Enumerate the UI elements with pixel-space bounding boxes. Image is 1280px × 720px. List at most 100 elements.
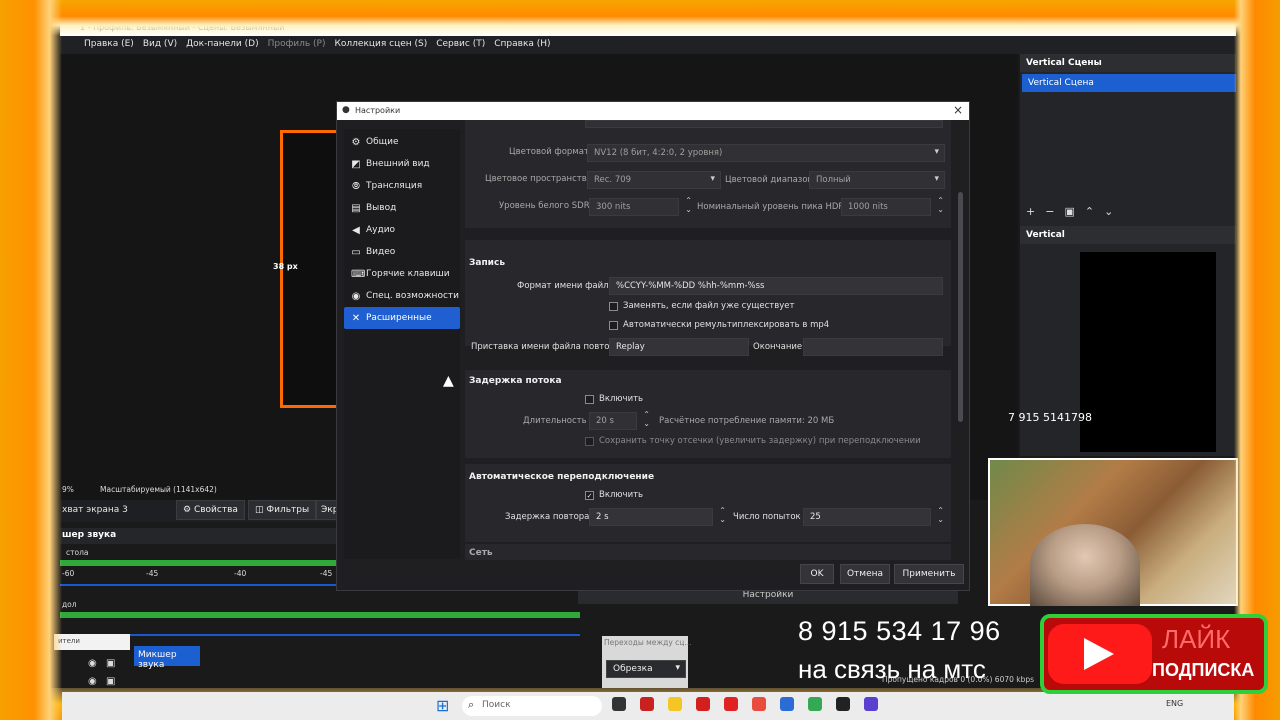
sdr-white-spinbox[interactable]: 300 nits (589, 196, 692, 216)
eye-icon[interactable]: ◉ (88, 676, 97, 687)
chrome-icon[interactable] (808, 697, 822, 711)
task-view-icon[interactable] (612, 697, 626, 711)
nav-accessibility[interactable]: ◉ Спец. возможности (344, 285, 460, 307)
settings-scrollbar[interactable] (958, 192, 963, 422)
browser-icon[interactable] (752, 697, 766, 711)
gear-icon: ⚙ (183, 505, 194, 515)
mixer-track-label: столa (66, 548, 89, 557)
remux-checkbox[interactable]: Автоматически ремультиплексировать в mp4 (609, 320, 829, 330)
mixer-tab[interactable]: Микшер звука (134, 646, 200, 670)
filter-icon: ◫ (255, 505, 267, 515)
nav-audio[interactable]: ◀ Аудио (344, 219, 460, 241)
checkbox-box[interactable]: ✓ (585, 490, 594, 500)
lock-icon[interactable]: ▣ (106, 676, 115, 687)
color-format-select[interactable]: NV12 (8 бит, 4:2:0, 2 уровня) (587, 144, 945, 162)
menu-profile[interactable]: Профиль (P) (268, 39, 326, 54)
settings-dialog: ● Настройки × ⚙ Общие ◩ Внешний вид ⦾ Транс… (336, 101, 970, 591)
menu-tools[interactable]: Сервис (T) (436, 39, 485, 54)
apply-button[interactable]: Применить (894, 564, 964, 584)
filters-label: Фильтры (266, 505, 310, 515)
nav-label: Аудио (366, 225, 396, 235)
move-up-icon[interactable]: ⌃ (1085, 205, 1094, 218)
menu-docks[interactable]: Док-панели (D) (186, 39, 258, 54)
checkbox-box[interactable] (585, 436, 594, 446)
nav-hotkeys[interactable]: ⌨ Горячие клавиши (344, 263, 460, 285)
color-range-label: Цветовой диапазон (725, 175, 814, 185)
ok-button[interactable]: OK (800, 564, 834, 584)
like-label: ЛАЙК (1162, 624, 1231, 654)
menu-view[interactable]: Вид (V) (143, 39, 177, 54)
menu-edit[interactable]: Правка (E) (84, 39, 134, 54)
yandex-icon[interactable] (696, 697, 710, 711)
remove-icon[interactable]: − (1045, 205, 1054, 218)
cancel-button[interactable]: Отмена (840, 564, 890, 584)
move-down-icon[interactable]: ⌄ (1104, 205, 1113, 218)
mixer-title: шер звука (60, 528, 340, 544)
dock-tab[interactable]: ители (54, 634, 130, 650)
filename-format-input[interactable]: %CCYY-%MM-%DD %hh-%mm-%ss (609, 277, 943, 295)
transition-select[interactable]: Обрезка ▾ (606, 660, 686, 678)
webcam-person (1030, 524, 1140, 606)
vertical-preview (1080, 252, 1216, 452)
hdr-peak-spinbox[interactable]: 1000 nits (841, 196, 944, 216)
nav-video[interactable]: ▭ Видео (344, 241, 460, 263)
app-icon[interactable] (864, 697, 878, 711)
phone-number-small: 7 915 5141798 (1008, 411, 1092, 424)
taskbar-search[interactable]: ⌕ Поиск (462, 696, 602, 716)
properties-button[interactable]: ⚙ Свойства (176, 500, 245, 520)
nav-advanced[interactable]: ✕ Расширенные (344, 307, 460, 329)
color-space-select[interactable]: Rec. 709 (587, 171, 721, 189)
filters-button[interactable]: ◫ Фильтры (248, 500, 317, 520)
preserve-cutoff-label: Сохранить точку отсечки (увеличить задер… (599, 436, 921, 446)
search-placeholder: Поиск (482, 700, 511, 710)
windows-start-icon[interactable]: ⊞ (436, 696, 449, 715)
close-icon[interactable]: × (953, 103, 963, 117)
scale-label[interactable]: Масштабируемый (1141x642) (100, 485, 217, 494)
monitor-icon: ▭ (351, 246, 361, 258)
network-title: Сеть (469, 548, 493, 558)
retry-delay-spinbox[interactable]: 2 s (589, 506, 726, 526)
eye-icon[interactable]: ◉ (88, 658, 97, 669)
overwrite-checkbox[interactable]: Заменять, если файл уже существует (609, 301, 794, 311)
max-retries-spinbox[interactable]: 25 (803, 506, 944, 526)
meter-tick: -60 (62, 569, 75, 578)
nav-appearance[interactable]: ◩ Внешний вид (344, 153, 460, 175)
mixer-track-label: дол (62, 600, 77, 609)
speaker-icon: ◀ (352, 224, 360, 236)
suffix-input[interactable] (803, 338, 943, 356)
obs-icon[interactable] (836, 697, 850, 711)
duration-spinbox[interactable]: 20 s (589, 410, 650, 430)
nav-label: Горячие клавиши (366, 269, 450, 279)
menu-help[interactable]: Справка (H) (494, 39, 550, 54)
properties-label: Свойства (193, 505, 238, 515)
subscribe-label: ПОДПИСКА (1152, 660, 1255, 680)
checkbox-box[interactable] (609, 301, 618, 311)
settings-sidebar: ⚙ Общие ◩ Внешний вид ⦾ Трансляция ▤ Вывод ◀… (344, 129, 460, 559)
add-icon[interactable]: + (1026, 205, 1035, 218)
language-indicator[interactable]: ENG (1166, 699, 1183, 708)
nav-output[interactable]: ▤ Вывод (344, 197, 460, 219)
menu-scene-collection[interactable]: Коллекция сцен (S) (335, 39, 428, 54)
stream-delay-enable-label: Включить (599, 394, 644, 404)
volume-slider[interactable] (60, 634, 580, 636)
preserve-cutoff-checkbox[interactable]: Сохранить точку отсечки (увеличить задер… (585, 436, 921, 446)
scene-item[interactable]: Vertical Сцена (1022, 74, 1236, 92)
reconnect-enable[interactable]: ✓ Включить (585, 490, 643, 500)
checkbox-box[interactable] (585, 394, 594, 404)
nav-general[interactable]: ⚙ Общие (344, 131, 460, 153)
color-range-select[interactable]: Полный (809, 171, 945, 189)
dialog-titlebar: ● Настройки × (337, 102, 969, 120)
opera-icon[interactable] (724, 697, 738, 711)
checkbox-box[interactable] (609, 320, 618, 330)
folder-icon[interactable] (668, 697, 682, 711)
filter-icon[interactable]: ▣ (1064, 205, 1074, 218)
nav-label: Трансляция (366, 181, 423, 191)
app-icon[interactable] (640, 697, 654, 711)
volume-slider[interactable] (60, 584, 336, 586)
nav-stream[interactable]: ⦾ Трансляция (344, 175, 460, 197)
scene-toolbar: + − ▣ ⌃ ⌄ (1020, 202, 1236, 218)
app-icon[interactable] (780, 697, 794, 711)
stream-delay-enable[interactable]: Включить (585, 394, 643, 404)
replay-prefix-input[interactable]: Replay (609, 338, 749, 356)
lock-icon[interactable]: ▣ (106, 658, 115, 669)
